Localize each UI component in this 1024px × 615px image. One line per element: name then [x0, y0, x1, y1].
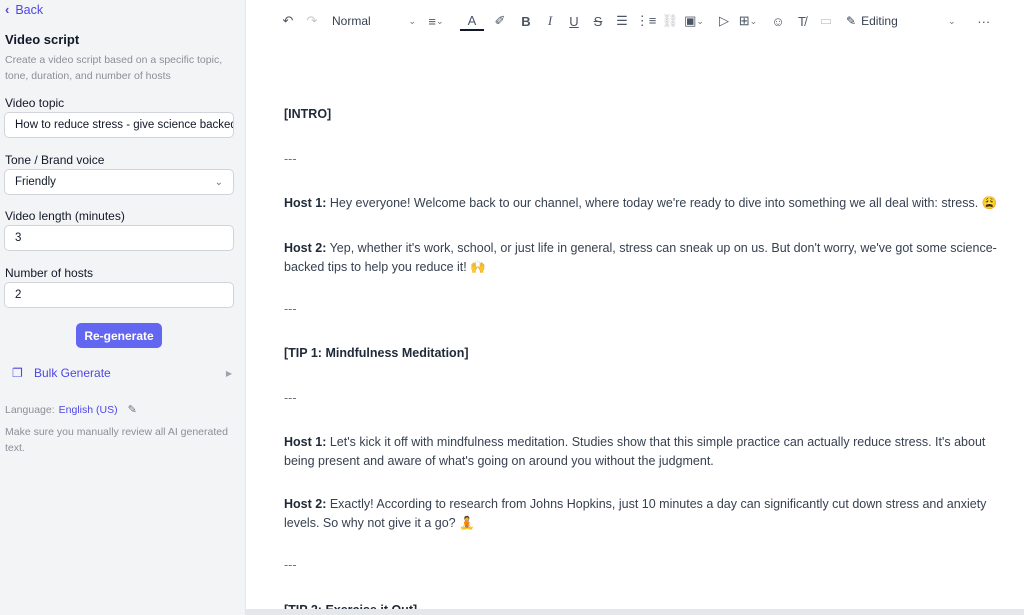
page-description: Create a video script based on a specifi…: [5, 54, 223, 82]
speaker-label: Host 1:: [284, 435, 327, 449]
play-icon[interactable]: ▷: [712, 9, 736, 33]
editing-mode-label: Editing: [861, 14, 898, 28]
paragraph-style-select[interactable]: Normal ⌄: [332, 9, 416, 33]
page-title: Video script: [5, 32, 80, 47]
chevron-down-icon: ⌄: [696, 15, 704, 26]
bulk-generate-label: Bulk Generate: [34, 366, 111, 380]
paragraph: Host 1: Hey everyone! Welcome back to ou…: [284, 196, 998, 210]
speaker-label: Host 1:: [284, 196, 327, 210]
more-icon[interactable]: ···: [972, 9, 996, 33]
chevron-down-icon: ⌄: [436, 15, 444, 26]
undo-icon[interactable]: ↶: [276, 9, 300, 33]
chevron-left-icon: ‹: [5, 2, 10, 17]
separator: ---: [284, 558, 297, 572]
hosts-input[interactable]: 2: [4, 282, 234, 308]
separator: ---: [284, 152, 297, 166]
section-heading: [TIP 1: Mindfulness Meditation]: [284, 346, 469, 360]
bulk-generate-button[interactable]: ❐ Bulk Generate ▶: [12, 366, 232, 380]
video-topic-label: Video topic: [5, 96, 65, 110]
chevron-down-icon: ⌄: [749, 15, 758, 26]
table-icon[interactable]: ⊞ ⌄: [736, 9, 760, 33]
review-note: Make sure you manually review all AI gen…: [5, 426, 228, 454]
tone-value: Friendly: [15, 176, 56, 188]
comment-icon[interactable]: ▭: [814, 9, 838, 33]
separator: ---: [284, 391, 297, 405]
hosts-label: Number of hosts: [5, 266, 94, 280]
text-color-icon[interactable]: A: [460, 11, 484, 31]
speaker-label: Host 2:: [284, 241, 327, 255]
language-value[interactable]: English (US): [59, 404, 118, 416]
bullet-list-icon[interactable]: ☰: [610, 9, 634, 33]
redo-icon[interactable]: ↷: [300, 9, 324, 33]
italic-icon[interactable]: I: [538, 9, 562, 33]
copy-icon: ❐: [12, 366, 23, 380]
horizontal-scrollbar[interactable]: [246, 609, 1024, 615]
align-icon[interactable]: ≡ ⌄: [424, 9, 448, 33]
paragraph: Host 2: Yep, whether it's work, school, …: [284, 241, 997, 274]
video-length-input[interactable]: 3: [4, 225, 234, 251]
back-button[interactable]: ‹ Back: [5, 2, 43, 17]
video-length-label: Video length (minutes): [5, 209, 125, 223]
clear-format-icon[interactable]: T̸: [790, 9, 814, 33]
speaker-label: Host 2:: [284, 497, 327, 511]
video-topic-input[interactable]: How to reduce stress - give science back…: [4, 112, 234, 138]
link-icon[interactable]: ⛓: [658, 9, 682, 33]
paragraph: Host 1: Let's kick it off with mindfulne…: [284, 435, 986, 468]
sidebar: ‹ Back Video script Create a video scrip…: [0, 0, 246, 615]
tone-select[interactable]: Friendly ⌄: [4, 169, 234, 195]
editor-toolbar: ↶ ↷ Normal ⌄ ≡ ⌄ A ✐ B I U S ☰ ⋮≡ ⛓ ▣ ⌄ ▷ …: [246, 0, 1024, 42]
intro-heading: [INTRO]: [284, 107, 332, 121]
tone-label: Tone / Brand voice: [5, 153, 105, 167]
chevron-down-icon: ⌄: [214, 176, 223, 188]
back-label: Back: [15, 2, 44, 17]
editing-mode-select[interactable]: ✎ Editing: [846, 9, 898, 33]
paragraph: Host 2: Exactly! According to research f…: [284, 497, 987, 530]
separator: ---: [284, 302, 297, 316]
pencil-icon: ✎: [846, 14, 857, 28]
bold-icon[interactable]: B: [514, 9, 538, 33]
chevron-down-icon: ⌄: [408, 15, 416, 26]
paragraph-style-value: Normal: [332, 14, 371, 28]
edit-icon[interactable]: ✎: [128, 403, 137, 416]
numbered-list-icon[interactable]: ⋮≡: [634, 9, 658, 33]
regenerate-button[interactable]: Re-generate: [76, 323, 162, 348]
image-icon[interactable]: ▣ ⌄: [682, 9, 706, 33]
language-prefix: Language:: [5, 403, 55, 416]
underline-icon[interactable]: U: [562, 9, 586, 33]
emoji-icon[interactable]: ☺: [766, 9, 790, 33]
chevron-down-icon[interactable]: ⌄: [940, 9, 964, 33]
caret-right-icon: ▶: [225, 368, 232, 378]
highlight-icon[interactable]: ✐: [488, 9, 512, 33]
language-row: Language: English (US) ✎: [5, 403, 137, 417]
strikethrough-icon[interactable]: S: [586, 9, 610, 33]
